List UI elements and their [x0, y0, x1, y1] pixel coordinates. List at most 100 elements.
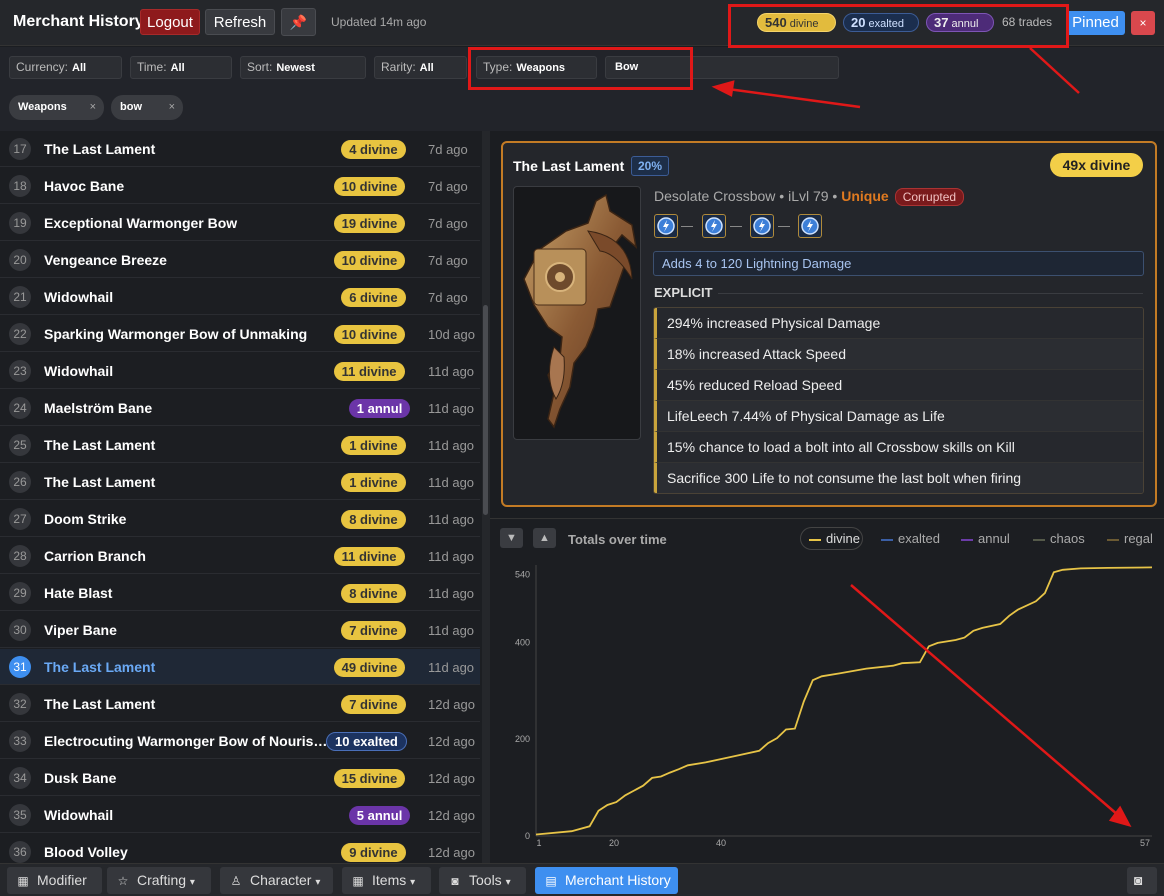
currency-filter-label: Currency:	[16, 60, 69, 74]
total-annul-amount: 37	[934, 15, 949, 30]
trade-row-price: 1 annul	[348, 399, 411, 418]
pin-button[interactable]: 📌	[281, 8, 316, 36]
trade-row-age: 7d ago	[428, 216, 468, 231]
legend-divine[interactable]: divine	[800, 527, 863, 550]
chip-remove-icon[interactable]: ×	[169, 95, 175, 120]
trade-row[interactable]: 28 Carrion Branch 11 divine 11d ago	[0, 538, 480, 574]
trade-row[interactable]: 27 Doom Strike 8 divine 11d ago	[0, 501, 480, 537]
logout-button[interactable]: Logout	[140, 9, 200, 35]
currency-filter-value: All	[72, 62, 87, 74]
time-filter[interactable]: Time: All	[130, 56, 232, 79]
trade-row[interactable]: 30 Viper Bane 7 divine 11d ago	[0, 612, 480, 648]
total-divine-amount: 540	[765, 15, 787, 30]
close-button[interactable]: ×	[1131, 11, 1155, 35]
trade-row-age: 11d ago	[428, 438, 475, 453]
corrupted-badge: Corrupted	[894, 188, 965, 206]
trade-row-number: 27	[9, 508, 31, 530]
trade-row-price: 19 divine	[333, 214, 406, 233]
trade-row-age: 12d ago	[428, 697, 475, 712]
legend-label: divine	[826, 531, 860, 546]
time-filter-value: All	[170, 62, 185, 74]
trade-row[interactable]: 20 Vengeance Breeze 10 divine 7d ago	[0, 242, 480, 278]
trade-row-price: 11 divine	[333, 362, 405, 381]
collapse-chart-button[interactable]: ▼	[500, 528, 523, 548]
tab-merchant-history[interactable]: ▤ Merchant History	[535, 867, 678, 894]
item-price-badge: 49x divine	[1050, 153, 1143, 177]
trade-row-age: 11d ago	[428, 623, 475, 638]
trade-row[interactable]: 26 The Last Lament 1 divine 11d ago	[0, 464, 480, 500]
y-tick-label: 200	[515, 734, 530, 744]
total-exalted-badge: 20 exalted	[843, 13, 919, 32]
trade-row[interactable]: 36 Blood Volley 9 divine 12d ago	[0, 834, 480, 863]
search-input[interactable]: Bow	[605, 56, 839, 79]
trade-row-price: 11 divine	[333, 547, 405, 566]
trade-row-price: 6 divine	[341, 288, 406, 307]
pinned-button[interactable]: Pinned	[1066, 11, 1125, 35]
chip-remove-icon[interactable]: ×	[90, 95, 96, 120]
legend-regal[interactable]: regal	[1107, 531, 1153, 546]
legend-annul[interactable]: annul	[961, 531, 1010, 546]
trade-row[interactable]: 29 Hate Blast 8 divine 11d ago	[0, 575, 480, 611]
grid-icon: ▦	[17, 874, 29, 888]
trade-row[interactable]: 31 The Last Lament 49 divine 11d ago	[0, 649, 480, 685]
trade-row-name: Vengeance Breeze	[44, 252, 167, 268]
trade-row-number: 17	[9, 138, 31, 160]
item-level: iLvl 79	[788, 188, 829, 204]
tab-modifier[interactable]: ▦ Modifier	[7, 867, 102, 894]
legend-chaos[interactable]: chaos	[1033, 531, 1085, 546]
tab-tools[interactable]: ◙ Tools ▾	[439, 867, 526, 894]
expand-chart-button[interactable]: ▲	[533, 528, 556, 548]
trade-row-number: 29	[9, 582, 31, 604]
screenshot-button[interactable]: ◙	[1127, 867, 1157, 894]
item-meta: Desolate Crossbow • iLvl 79 • Unique Corr…	[654, 188, 965, 206]
trade-row-number: 30	[9, 619, 31, 641]
trade-row-price: 7 divine	[341, 695, 406, 714]
trade-row-number: 23	[9, 360, 31, 382]
trade-row-number: 24	[9, 397, 31, 419]
tab-crafting[interactable]: ☆ Crafting ▾	[107, 867, 211, 894]
star-icon: ☆	[117, 874, 129, 888]
trade-row[interactable]: 34 Dusk Bane 15 divine 12d ago	[0, 760, 480, 796]
rarity-filter[interactable]: Rarity: All	[374, 56, 467, 79]
trade-row[interactable]: 25 The Last Lament 1 divine 11d ago	[0, 427, 480, 463]
trade-row[interactable]: 23 Widowhail 11 divine 11d ago	[0, 353, 480, 389]
refresh-button[interactable]: Refresh	[205, 9, 275, 35]
trade-row-age: 7d ago	[428, 290, 468, 305]
trade-row[interactable]: 35 Widowhail 5 annul 12d ago	[0, 797, 480, 833]
trade-row-price: 15 divine	[333, 769, 406, 788]
top-bar: Merchant History Logout Refresh 📌 Update…	[0, 0, 1164, 46]
trade-row[interactable]: 33 Electrocuting Warmonger Bow of Nourish…	[0, 723, 480, 759]
trade-row[interactable]: 19 Exceptional Warmonger Bow 19 divine 7d a…	[0, 205, 480, 241]
sort-filter-value: Newest	[276, 62, 315, 74]
legend-label: exalted	[898, 531, 940, 546]
trade-row[interactable]: 32 The Last Lament 7 divine 12d ago	[0, 686, 480, 722]
trade-row[interactable]: 24 Maelström Bane 1 annul 11d ago	[0, 390, 480, 426]
trade-row-price: 10 divine	[333, 177, 406, 196]
trade-row-name: Havoc Bane	[44, 178, 125, 194]
trade-row-name: Widowhail	[44, 363, 114, 379]
trade-row[interactable]: 21 Widowhail 6 divine 7d ago	[0, 279, 480, 315]
trade-row-number: 34	[9, 767, 31, 789]
list-scrollbar-thumb[interactable]	[483, 305, 488, 515]
trade-row[interactable]: 22 Sparking Warmonger Bow of Unmaking 10 d…	[0, 316, 480, 352]
tab-items[interactable]: ▦ Items ▾	[342, 867, 431, 894]
legend-exalted[interactable]: exalted	[881, 531, 940, 546]
trade-row-age: 12d ago	[428, 771, 475, 786]
currency-filter[interactable]: Currency: All	[9, 56, 122, 79]
trade-row-age: 11d ago	[428, 660, 475, 675]
y-tick-label: 540	[515, 570, 530, 580]
type-filter[interactable]: Type: Weapons	[476, 56, 597, 79]
legend-swatch	[881, 538, 893, 541]
socket-link	[730, 226, 742, 227]
lightning-rune-icon	[798, 214, 822, 238]
trade-row-name: The Last Lament	[44, 141, 156, 157]
sort-filter-label: Sort:	[247, 60, 273, 74]
chevron-down-icon: ▾	[189, 877, 195, 888]
sort-filter[interactable]: Sort: Newest	[240, 56, 366, 79]
total-annul-badge: 37 annul	[926, 13, 994, 32]
trade-row[interactable]: 18 Havoc Bane 10 divine 7d ago	[0, 168, 480, 204]
trade-row-number: 33	[9, 730, 31, 752]
tab-character[interactable]: ♙ Character ▾	[220, 867, 333, 894]
trade-row[interactable]: 17 The Last Lament 4 divine 7d ago	[0, 131, 480, 167]
trade-row-price: 4 divine	[341, 140, 406, 159]
